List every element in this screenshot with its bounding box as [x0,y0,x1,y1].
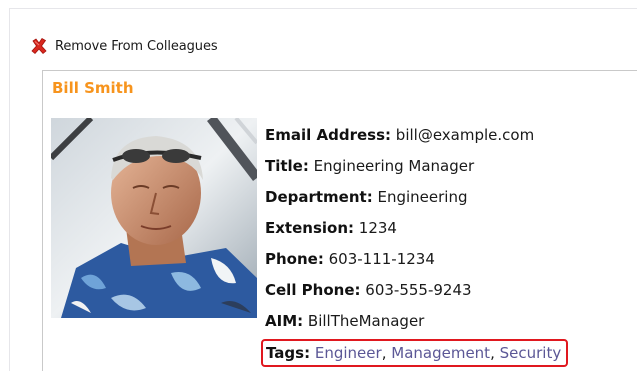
tags-highlight: Tags: Engineer, Management, Security [261,339,569,367]
detail-value: 603-555-9243 [365,281,472,299]
detail-extension: Extension: 1234 [265,213,568,244]
detail-value: 1234 [358,219,397,237]
contact-details: Email Address: bill@example.com Title: E… [261,120,569,368]
left-border [9,8,10,371]
detail-department: Department: Engineering [265,182,568,213]
remove-from-colleagues-button[interactable]: Remove From Colleagues [30,35,218,57]
colleague-name-link[interactable]: Bill Smith [52,79,134,97]
colleague-card: Bill Smith Email Address: bill@example.c… [42,70,637,371]
tag-separator: , [490,344,495,362]
detail-phone: Phone: 603-111-1234 [265,244,568,275]
detail-aim: AIM: BillTheManager [265,306,568,337]
top-divider [10,8,637,9]
detail-value: Engineering Manager [313,157,475,175]
detail-tags: Tags: Engineer, Management, Security [261,337,569,368]
detail-label: Cell Phone: [265,281,361,299]
profile-photo [51,118,257,318]
tag-link-security[interactable]: Security [500,344,562,362]
red-x-icon [31,37,47,55]
tag-separator: , [381,344,387,362]
detail-label: Email Address: [265,126,392,144]
detail-label: Title: [265,157,309,175]
tag-link-engineer[interactable]: Engineer [315,344,382,362]
detail-value: 603-111-1234 [328,250,435,268]
detail-email: Email Address: bill@example.com [265,120,568,151]
detail-title: Title: Engineering Manager [265,151,568,182]
detail-label: Department: [265,188,373,206]
detail-value: bill@example.com [395,126,535,144]
detail-label: AIM: [265,312,304,330]
detail-cell-phone: Cell Phone: 603-555-9243 [265,275,568,306]
detail-label: Phone: [265,250,324,268]
tag-link-management[interactable]: Management [391,344,490,362]
tags-label: Tags: [266,344,311,362]
remove-from-colleagues-label: Remove From Colleagues [55,38,218,54]
detail-label: Extension: [265,219,354,237]
detail-value: Engineering [377,188,468,206]
detail-value: BillTheManager [307,312,425,330]
